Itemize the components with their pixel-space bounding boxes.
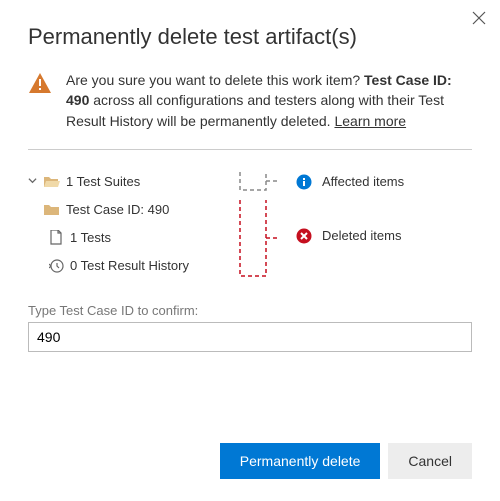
warning-message: Are you sure you want to delete this wor… <box>28 70 472 131</box>
content-area: 1 Test Suites . Test Case ID: 490 . 1 Te… <box>28 168 472 283</box>
error-icon <box>296 228 312 244</box>
legend: Affected items Deleted items <box>296 168 472 283</box>
file-icon <box>48 230 64 246</box>
dialog-title: Permanently delete test artifact(s) <box>28 24 472 50</box>
tree-row-tests[interactable]: . 1 Tests <box>28 224 228 252</box>
bracket-indicators <box>238 168 286 283</box>
legend-deleted: Deleted items <box>296 196 472 276</box>
legend-deleted-label: Deleted items <box>322 228 401 243</box>
dialog-footer: Permanently delete Cancel <box>0 443 500 479</box>
warning-prefix: Are you sure you want to delete this wor… <box>66 72 364 88</box>
confirm-input[interactable] <box>28 322 472 352</box>
separator <box>28 149 472 150</box>
confirm-label: Type Test Case ID to confirm: <box>28 303 472 318</box>
warning-text: Are you sure you want to delete this wor… <box>66 70 472 131</box>
tree-row-case[interactable]: . Test Case ID: 490 <box>28 196 228 224</box>
tree-row-suites[interactable]: 1 Test Suites <box>28 168 228 196</box>
tree-row-history[interactable]: . 0 Test Result History <box>28 252 228 280</box>
history-icon <box>48 258 64 274</box>
tree-label-case: Test Case ID: 490 <box>66 202 169 217</box>
folder-open-icon <box>44 174 60 190</box>
permanently-delete-button[interactable]: Permanently delete <box>220 443 381 479</box>
tree-label-history: 0 Test Result History <box>70 258 189 273</box>
cancel-button[interactable]: Cancel <box>388 443 472 479</box>
learn-more-link[interactable]: Learn more <box>334 113 406 129</box>
warning-icon <box>28 72 52 94</box>
folder-icon <box>44 202 60 218</box>
info-icon <box>296 174 312 190</box>
chevron-down-icon[interactable] <box>28 176 38 188</box>
legend-affected-label: Affected items <box>322 174 404 189</box>
tree-label-tests: 1 Tests <box>70 230 111 245</box>
artifact-tree: 1 Test Suites . Test Case ID: 490 . 1 Te… <box>28 168 228 283</box>
delete-artifacts-dialog: Permanently delete test artifact(s) Are … <box>0 0 500 501</box>
legend-affected: Affected items <box>296 168 472 196</box>
tree-label-suites: 1 Test Suites <box>66 174 140 189</box>
close-icon[interactable] <box>472 10 486 28</box>
